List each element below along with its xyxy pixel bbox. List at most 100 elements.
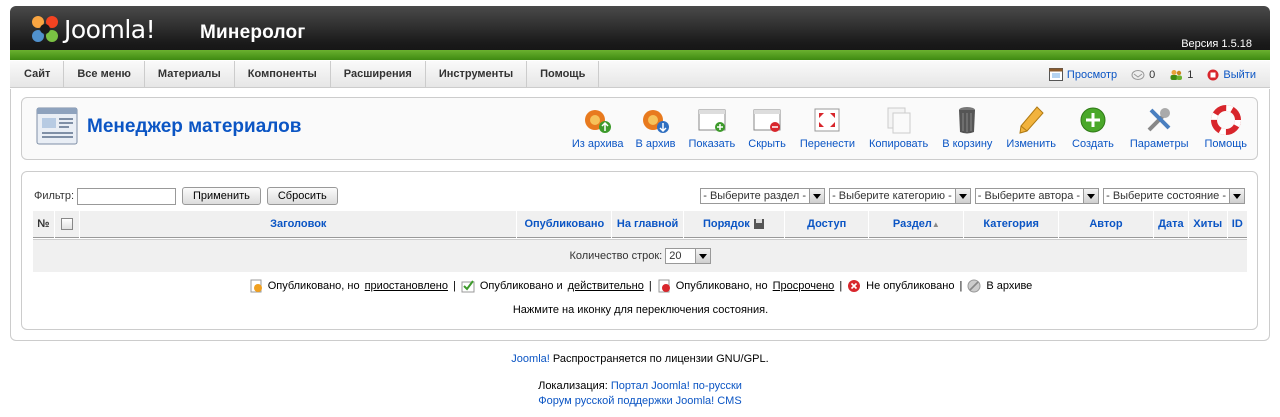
- edit-button[interactable]: Изменить: [1006, 104, 1056, 150]
- config-label: Параметры: [1129, 138, 1189, 150]
- rows-per-page-label: Количество строк:: [569, 249, 663, 262]
- col-date[interactable]: Дата: [1153, 211, 1188, 238]
- author-select[interactable]: - Выберите автора -: [974, 188, 1100, 204]
- pending-icon: [250, 279, 262, 293]
- col-order[interactable]: Порядок: [683, 211, 784, 238]
- trash-label: В корзину: [942, 138, 993, 150]
- category-select[interactable]: - Выберите категорию -: [829, 188, 971, 204]
- save-order-icon[interactable]: [753, 218, 765, 230]
- col-select-all: [54, 211, 80, 238]
- localization-label: Локализация:: [538, 380, 608, 392]
- help-button[interactable]: Помощь: [1204, 104, 1248, 150]
- new-button[interactable]: Создать: [1072, 104, 1114, 150]
- rows-per-page-select[interactable]: 20: [665, 248, 711, 264]
- menu-content[interactable]: Материалы: [145, 61, 235, 88]
- legend-expired-prefix: Опубликовано, но: [675, 280, 768, 292]
- toolbar-buttons: Из архива В архив Показать Скрыть Перене…: [568, 104, 1251, 150]
- reset-button[interactable]: Сбросить: [266, 187, 338, 205]
- legend-separator: |: [839, 280, 843, 292]
- col-section-label: Раздел: [892, 218, 932, 230]
- legend-separator: |: [959, 280, 963, 292]
- license-line: Joomla! Распространяется по лицензии GNU…: [0, 353, 1280, 365]
- localization-line: Локализация: Портал Joomla! по-русски: [0, 380, 1280, 392]
- portal-link[interactable]: Портал Joomla! по-русски: [611, 380, 742, 392]
- col-access[interactable]: Доступ: [784, 211, 869, 238]
- filter-row: Фильтр: Применить Сбросить: [34, 187, 338, 205]
- col-title[interactable]: Заголовок: [80, 211, 517, 238]
- legend-expired-link: Просрочено: [772, 280, 835, 292]
- joomla-logo-icon: [32, 16, 58, 42]
- rows-per-page-value: 20: [669, 250, 682, 262]
- col-author[interactable]: Автор: [1059, 211, 1153, 238]
- forum-link[interactable]: Форум русской поддержки Joomla! CMS: [538, 395, 741, 407]
- page-title: Менеджер материалов: [87, 116, 302, 137]
- section-select[interactable]: - Выберите раздел -: [700, 188, 826, 204]
- logout-icon: [1207, 69, 1219, 80]
- unpublish-button[interactable]: Скрыть: [748, 104, 786, 150]
- apply-button[interactable]: Применить: [182, 187, 261, 205]
- preview-label: Просмотр: [1066, 68, 1118, 81]
- legend-pending-prefix: Опубликовано, но: [267, 280, 360, 292]
- status-legend: Опубликовано, но приостановлено | Опубли…: [22, 279, 1259, 293]
- articles-panel: Фильтр: Применить Сбросить - Выберите ра…: [21, 171, 1258, 330]
- unpublish-icon: [753, 109, 781, 132]
- help-label: Помощь: [1204, 138, 1248, 150]
- col-published[interactable]: Опубликовано: [517, 211, 612, 238]
- col-category[interactable]: Категория: [964, 211, 1059, 238]
- logo-wordmark: Joomla!: [64, 14, 156, 44]
- unpublished-icon: [848, 280, 861, 292]
- col-frontpage[interactable]: На главной: [612, 211, 683, 238]
- unpublish-label: Скрыть: [748, 138, 786, 150]
- config-button[interactable]: Параметры: [1130, 104, 1189, 150]
- unarchive-label: Из архива: [571, 138, 624, 150]
- move-button[interactable]: Перенести: [800, 104, 855, 150]
- publish-label: Показать: [688, 138, 736, 150]
- messages-indicator[interactable]: 0: [1131, 69, 1155, 81]
- trash-icon: [959, 107, 976, 134]
- logout-link[interactable]: Выйти: [1207, 69, 1256, 81]
- menu-site[interactable]: Сайт: [10, 61, 65, 88]
- logout-label: Выйти: [1223, 68, 1256, 81]
- category-select-value: - Выберите категорию -: [832, 190, 952, 202]
- menu-bar: Сайт Все меню Материалы Компоненты Расши…: [10, 61, 1270, 88]
- license-text: Распространяется по лицензии GNU/GPL.: [552, 353, 769, 365]
- menu-all-menus[interactable]: Все меню: [64, 61, 145, 88]
- menu-extensions[interactable]: Расширения: [331, 61, 426, 88]
- col-number: №: [33, 211, 54, 238]
- col-section[interactable]: Раздел▲: [869, 211, 964, 238]
- col-id[interactable]: ID: [1227, 211, 1247, 238]
- legend-separator: |: [452, 280, 456, 292]
- chevron-down-icon: [1229, 189, 1244, 203]
- filter-label: Фильтр:: [34, 190, 75, 202]
- edit-icon: [1019, 106, 1044, 134]
- status-hint: Нажмите на иконку для переключения состо…: [512, 304, 769, 316]
- preview-link[interactable]: Просмотр: [1048, 68, 1118, 81]
- trash-button[interactable]: В корзину: [942, 104, 992, 150]
- chevron-down-icon: [809, 189, 825, 203]
- help-icon: [1210, 105, 1241, 135]
- toolbar-panel: Менеджер материалов Из архива В архив По…: [21, 97, 1258, 160]
- copy-button[interactable]: Копировать: [869, 104, 928, 150]
- archived-icon: [967, 279, 981, 293]
- select-all-checkbox[interactable]: [60, 218, 73, 231]
- legend-unpublished: Не опубликовано: [866, 280, 955, 292]
- filter-selects: - Выберите раздел - - Выберите категорию…: [700, 188, 1245, 204]
- section-select-value: - Выберите раздел -: [703, 190, 807, 202]
- users-count: 1: [1187, 68, 1194, 81]
- archive-button[interactable]: В архив: [636, 104, 676, 150]
- expired-icon: [658, 279, 670, 293]
- menu-components[interactable]: Компоненты: [235, 61, 331, 88]
- col-hits[interactable]: Хиты: [1188, 211, 1227, 238]
- filter-input[interactable]: [77, 187, 177, 205]
- menu-help[interactable]: Помощь: [527, 61, 600, 88]
- copy-icon: [887, 107, 911, 134]
- state-select[interactable]: - Выберите состояние -: [1103, 188, 1245, 204]
- publish-icon: [698, 109, 726, 132]
- unarchive-button[interactable]: Из архива: [572, 104, 624, 150]
- joomla-link[interactable]: Joomla!: [511, 353, 550, 365]
- menu-tools[interactable]: Инструменты: [426, 61, 528, 88]
- publish-button[interactable]: Показать: [688, 104, 736, 150]
- articles-table: № Заголовок Опубликовано На главной Поря…: [32, 210, 1248, 273]
- version-label: Версия 1.5.18: [1181, 38, 1252, 50]
- users-indicator: 1: [1169, 69, 1193, 81]
